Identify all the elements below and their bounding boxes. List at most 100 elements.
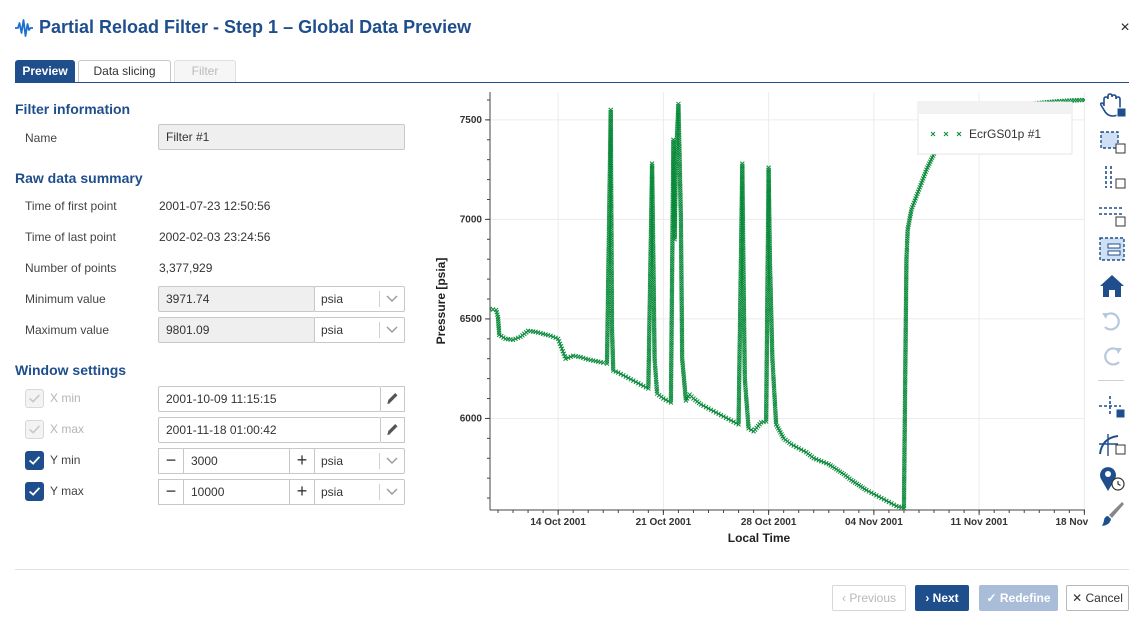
ymax-unit-select[interactable]: psia (314, 479, 405, 505)
ymin-checkbox[interactable] (25, 451, 44, 470)
y-zoom-icon (1099, 207, 1126, 227)
x-tick-label: 04 Nov 2001 (845, 517, 903, 528)
xmax-field[interactable]: 2001-11-18 01:00:42 (158, 417, 381, 443)
box-zoom-tool[interactable] (1096, 129, 1128, 157)
ymax-increment-button[interactable]: + (289, 479, 315, 505)
first-point-label: Time of first point (25, 199, 117, 213)
redo-icon (1104, 347, 1122, 366)
chevron-right-icon: › (925, 591, 930, 605)
pencil-icon (387, 424, 398, 436)
ymin-decrement-button[interactable]: − (158, 448, 184, 474)
y-axis-label: Pressure [psia] (434, 258, 448, 345)
undo-tool (1096, 307, 1128, 335)
window-title: Partial Reload Filter - Step 1 – Global … (39, 17, 472, 37)
checkmark-icon (29, 394, 41, 403)
crosshair-tool[interactable] (1096, 394, 1128, 422)
maximum-unit-select[interactable]: psia (314, 317, 405, 343)
chevron-down-icon (386, 488, 398, 495)
tab-data-slicing[interactable]: Data slicing (78, 60, 171, 82)
ymin-input[interactable]: 3000 (183, 448, 290, 474)
tab-preview[interactable]: Preview (15, 60, 75, 82)
select-separator (379, 322, 380, 338)
xmax-checkbox (25, 420, 44, 439)
cancel-button[interactable]: ✕ Cancel (1066, 585, 1129, 611)
x-axis-label: Local Time (728, 531, 791, 545)
first-point-value: 2001-07-23 12:50:56 (159, 199, 271, 213)
xmax-label: X max (50, 422, 85, 436)
legend-series-name: EcrGS01p #1 (969, 127, 1041, 141)
minimum-unit-select[interactable]: psia (314, 286, 405, 312)
last-point-label: Time of last point (25, 230, 116, 244)
checkmark-icon (29, 425, 41, 434)
chevron-down-icon (386, 457, 398, 464)
y-tick-label: 7000 (460, 214, 483, 225)
location-time-tool[interactable] (1096, 465, 1128, 493)
redefine-button: ✓ Redefine (979, 585, 1058, 611)
ymax-label: Y max (50, 484, 84, 498)
name-label: Name (25, 131, 58, 145)
undo-icon (1102, 312, 1120, 331)
ymin-label: Y min (50, 453, 81, 467)
ymax-checkbox[interactable] (25, 482, 44, 501)
checkmark-icon (28, 456, 41, 465)
redefine-label: Redefine (999, 591, 1051, 605)
minimum-unit-value: psia (321, 292, 344, 306)
xmin-edit-button[interactable] (381, 386, 405, 412)
x-tick-label: 21 Oct 2001 (636, 517, 692, 528)
select-separator (379, 484, 380, 500)
close-button[interactable]: × (1116, 18, 1134, 38)
xy-box-select-icon (1099, 237, 1125, 261)
chart-toolbar (1094, 92, 1130, 532)
number-of-points-value: 3,377,929 (159, 261, 213, 275)
tab-divider (15, 82, 1129, 83)
next-button[interactable]: › Next (915, 585, 969, 611)
x-tick-label: 18 Nov 2001 (1055, 517, 1090, 528)
ymin-increment-button[interactable]: + (289, 448, 315, 474)
pan-tool[interactable] (1096, 92, 1128, 120)
title-bar: Partial Reload Filter - Step 1 – Global … (0, 0, 1144, 56)
raw-data-summary-heading: Raw data summary (15, 170, 143, 186)
pressure-chart[interactable]: 6000 6500 7000 7500 14 Oct 2001 21 Oct 2001 2… (430, 88, 1090, 550)
x-tick-label: 11 Nov 2001 (950, 517, 1008, 528)
location-time-icon (1100, 467, 1125, 491)
crosshair-icon (1099, 396, 1126, 419)
x-tick-label: 14 Oct 2001 (530, 517, 586, 528)
previous-button: ‹ Previous (832, 585, 906, 611)
ymin-unit-select[interactable]: psia (314, 448, 405, 474)
ymax-input[interactable]: 10000 (183, 479, 290, 505)
waveform-icon (15, 19, 33, 37)
footer-divider (15, 569, 1129, 570)
window-settings-heading: Window settings (15, 362, 127, 378)
x-zoom-icon (1105, 166, 1126, 189)
legend[interactable]: EcrGS01p #1 (917, 101, 1073, 155)
filter-information-heading: Filter information (15, 101, 131, 117)
x-ticks: 14 Oct 2001 21 Oct 2001 28 Oct 2001 04 Nov … (497, 510, 1090, 528)
paintbrush-tool[interactable] (1096, 500, 1128, 528)
redo-tool (1096, 342, 1128, 370)
maximum-unit-value: psia (321, 323, 344, 337)
x-zoom-tool[interactable] (1096, 164, 1128, 192)
minimum-value-field: 3971.74 (158, 286, 315, 312)
ymax-decrement-button[interactable]: − (158, 479, 184, 505)
plot-area[interactable] (490, 92, 1085, 510)
xmax-edit-button[interactable] (381, 417, 405, 443)
checkmark-icon (28, 487, 41, 496)
reset-home-tool[interactable] (1096, 272, 1128, 300)
toolbar-separator (1098, 380, 1124, 381)
ymax-unit-value: psia (321, 485, 344, 499)
y-tick-label: 6000 (460, 413, 483, 424)
curve-tap-tool[interactable] (1096, 430, 1128, 458)
name-field[interactable]: Filter #1 (158, 124, 405, 150)
pencil-icon (387, 393, 398, 405)
y-ticks: 6000 6500 7000 7500 (460, 99, 490, 499)
previous-label: Previous (849, 591, 897, 605)
ymin-unit-value: psia (321, 454, 344, 468)
x-tick-label: 28 Oct 2001 (741, 517, 797, 528)
y-zoom-tool[interactable] (1096, 202, 1128, 230)
select-separator (379, 453, 380, 469)
reset-home-icon (1100, 275, 1124, 297)
number-of-points-label: Number of points (25, 261, 117, 275)
chevron-left-icon: ‹ (841, 591, 846, 605)
xy-select-tool[interactable] (1096, 235, 1128, 263)
xmin-field[interactable]: 2001-10-09 11:15:15 (158, 386, 381, 412)
